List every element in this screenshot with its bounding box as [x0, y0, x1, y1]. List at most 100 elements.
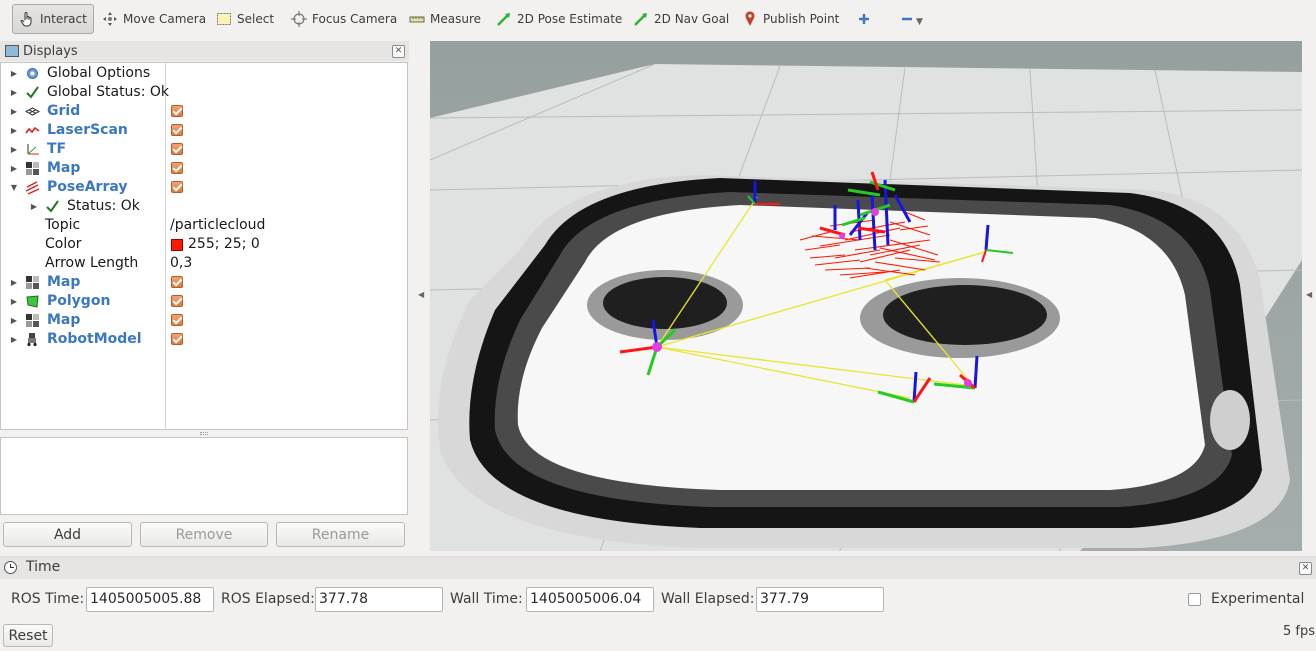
- enabled-checkbox[interactable]: [171, 181, 183, 193]
- property-row-topic[interactable]: Topic /particlecloud: [1, 216, 407, 235]
- property-value[interactable]: 255; 25; 0: [188, 235, 260, 254]
- enabled-checkbox[interactable]: [171, 143, 183, 155]
- display-row-label: Global Status: Ok: [47, 84, 170, 100]
- focus-crosshair-icon: [291, 11, 307, 27]
- measure-tool-button[interactable]: Measure: [403, 4, 487, 34]
- collapse-arrow-icon[interactable]: ▼: [9, 178, 19, 197]
- expand-arrow-icon[interactable]: ▶: [9, 64, 19, 83]
- gear-icon: [25, 66, 40, 81]
- display-row-polygon[interactable]: ▶ Polygon: [1, 292, 407, 311]
- interact-tool-button[interactable]: Interact: [12, 4, 94, 34]
- polygon-icon: [25, 294, 40, 309]
- select-box-icon: [216, 11, 232, 27]
- property-label: Topic: [45, 217, 81, 233]
- ros-elapsed-field[interactable]: 377.78: [315, 587, 443, 612]
- displays-panel-title: Displays: [23, 43, 78, 59]
- expand-arrow-icon[interactable]: ▶: [29, 197, 39, 216]
- ros-elapsed-label: ROS Elapsed:: [221, 591, 315, 607]
- focus-camera-tool-label: Focus Camera: [312, 12, 398, 26]
- display-row-label: Polygon: [47, 293, 111, 309]
- enabled-checkbox[interactable]: [171, 124, 183, 136]
- 2d-nav-goal-tool-label: 2D Nav Goal: [654, 12, 730, 26]
- display-row-map-2[interactable]: ▶ Map: [1, 273, 407, 292]
- wall-time-field[interactable]: 1405005006.04: [526, 587, 654, 612]
- interact-tool-label: Interact: [40, 12, 87, 26]
- property-row-arrow-length[interactable]: Arrow Length 0,3: [1, 254, 407, 273]
- expand-arrow-icon[interactable]: ▶: [9, 311, 19, 330]
- display-row-tf[interactable]: ▶ TF: [1, 140, 407, 159]
- displays-panel-header: Displays ✕: [0, 41, 409, 61]
- move-camera-tool-button[interactable]: Move Camera: [96, 4, 212, 34]
- remove-tool-button[interactable]: ▼: [893, 4, 929, 34]
- map-icon: [25, 275, 40, 290]
- checkmark-icon: [45, 199, 60, 214]
- expand-arrow-icon[interactable]: ▶: [9, 330, 19, 349]
- map-icon: [25, 161, 40, 176]
- display-row-label: Map: [47, 160, 81, 176]
- display-row-grid[interactable]: ▶ Grid: [1, 102, 407, 121]
- display-row-label: Status: Ok: [67, 198, 140, 214]
- rename-display-button[interactable]: Rename: [276, 522, 405, 547]
- expand-arrow-icon[interactable]: ▶: [9, 273, 19, 292]
- move-camera-icon: [102, 11, 118, 27]
- displays-tree: ▶ Global Options ▶ Global Status: Ok ▶ G…: [0, 62, 408, 430]
- property-row-color[interactable]: Color 255; 25; 0: [1, 235, 407, 254]
- display-row-laserscan[interactable]: ▶ LaserScan: [1, 121, 407, 140]
- grid-icon: [24, 104, 41, 119]
- select-tool-button[interactable]: Select: [210, 4, 280, 34]
- close-icon[interactable]: ✕: [1299, 562, 1312, 575]
- collapse-right-handle-icon[interactable]: ◀: [1306, 290, 1312, 299]
- expand-arrow-icon[interactable]: ▶: [9, 292, 19, 311]
- collapse-left-handle-icon[interactable]: ◀: [418, 290, 424, 299]
- property-value[interactable]: /particlecloud: [170, 216, 265, 235]
- display-description-box: [0, 437, 408, 515]
- ros-time-field[interactable]: 1405005005.88: [86, 587, 214, 612]
- enabled-checkbox[interactable]: [171, 162, 183, 174]
- 2d-pose-estimate-tool-button[interactable]: 2D Pose Estimate: [490, 4, 628, 34]
- expand-arrow-icon[interactable]: ▶: [9, 159, 19, 178]
- expand-arrow-icon[interactable]: ▶: [9, 102, 19, 121]
- focus-camera-tool-button[interactable]: Focus Camera: [285, 4, 403, 34]
- panel-resize-handle[interactable]: [200, 432, 208, 435]
- expand-arrow-icon[interactable]: ▶: [9, 83, 19, 102]
- close-icon[interactable]: ✕: [392, 45, 405, 58]
- add-display-button[interactable]: Add: [3, 522, 132, 547]
- display-row-label: Map: [47, 312, 81, 328]
- color-swatch[interactable]: [171, 239, 183, 251]
- display-row-label: Grid: [47, 103, 81, 119]
- experimental-checkbox[interactable]: [1188, 593, 1201, 606]
- expand-arrow-icon[interactable]: ▶: [9, 140, 19, 159]
- enabled-checkbox[interactable]: [171, 314, 183, 326]
- add-tool-button[interactable]: [850, 4, 878, 34]
- reset-button[interactable]: Reset: [3, 624, 53, 647]
- display-row-global-status[interactable]: ▶ Global Status: Ok: [1, 83, 407, 102]
- time-panel-header: Time ✕: [0, 558, 1316, 579]
- display-row-global-options[interactable]: ▶ Global Options: [1, 64, 407, 83]
- experimental-label: Experimental: [1211, 591, 1305, 607]
- displays-icon: [5, 45, 19, 57]
- 3d-render-viewport[interactable]: [430, 41, 1302, 551]
- display-row-label: TF: [47, 141, 67, 157]
- display-row-map[interactable]: ▶ Map: [1, 159, 407, 178]
- chevron-down-icon: ▼: [916, 17, 923, 27]
- time-panel-title: Time: [26, 559, 61, 575]
- publish-point-tool-button[interactable]: Publish Point: [736, 4, 845, 34]
- enabled-checkbox[interactable]: [171, 105, 183, 117]
- enabled-checkbox[interactable]: [171, 333, 183, 345]
- enabled-checkbox[interactable]: [171, 295, 183, 307]
- tf-axes-icon: [25, 142, 40, 157]
- remove-display-button[interactable]: Remove: [140, 522, 268, 547]
- wall-elapsed-field[interactable]: 377.79: [756, 587, 884, 612]
- 2d-nav-goal-tool-button[interactable]: 2D Nav Goal: [627, 4, 735, 34]
- expand-arrow-icon[interactable]: ▶: [9, 121, 19, 140]
- property-value[interactable]: 0,3: [170, 254, 192, 273]
- display-row-robotmodel[interactable]: ▶ RobotModel: [1, 330, 407, 349]
- display-row-posearray-status[interactable]: ▶ Status: Ok: [1, 197, 407, 216]
- property-label: Color: [45, 236, 82, 252]
- display-row-map-3[interactable]: ▶ Map: [1, 311, 407, 330]
- enabled-checkbox[interactable]: [171, 276, 183, 288]
- scene-render: [430, 41, 1302, 551]
- display-row-label: Global Options: [47, 65, 151, 81]
- 2d-pose-estimate-tool-label: 2D Pose Estimate: [517, 12, 623, 26]
- display-row-posearray[interactable]: ▼ PoseArray: [1, 178, 407, 197]
